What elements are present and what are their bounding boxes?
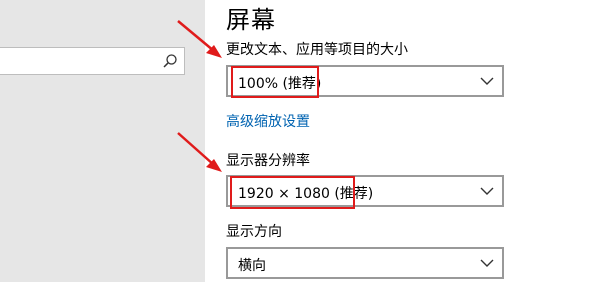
orientation-value: 横向 [238, 258, 266, 274]
orientation-dropdown[interactable]: 横向 [226, 247, 504, 279]
scale-label: 更改文本、应用等项目的大小 [226, 42, 408, 58]
scale-dropdown[interactable]: 100% (推荐) [226, 65, 504, 97]
search-icon[interactable] [162, 53, 178, 69]
chevron-down-icon [480, 259, 494, 267]
scale-value: 100% (推荐) [238, 76, 322, 92]
settings-sidebar [0, 0, 205, 282]
chevron-down-icon [480, 77, 494, 85]
search-input[interactable] [0, 47, 185, 75]
page-title: 屏幕 [226, 6, 276, 34]
chevron-down-icon [480, 187, 494, 195]
resolution-value: 1920 × 1080 (推荐) [238, 186, 374, 202]
resolution-label: 显示器分辨率 [226, 153, 310, 169]
orientation-label: 显示方向 [226, 224, 282, 240]
resolution-dropdown[interactable]: 1920 × 1080 (推荐) [226, 175, 504, 207]
advanced-scaling-link[interactable]: 高级缩放设置 [226, 111, 310, 131]
